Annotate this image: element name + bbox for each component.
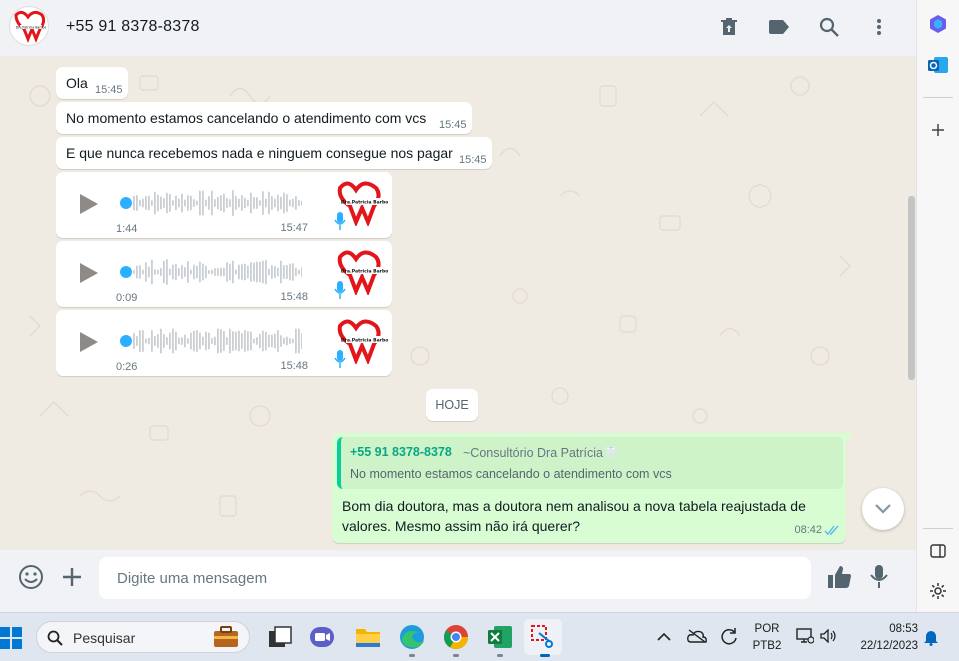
- audio-message[interactable]: 0:26 15:48 Dra.Patricia Barbos: [56, 310, 392, 376]
- message-bubble[interactable]: E que nunca recebemos nada e ninguem con…: [56, 137, 492, 169]
- whatsapp-window: Dra.Patricia Barbos +55 91 8378-8378 Ola…: [0, 0, 916, 612]
- audio-time: 15:48: [280, 360, 308, 372]
- audio-message[interactable]: 1:44 15:47 Dra.Patricia Barbos: [56, 172, 392, 238]
- excel-icon[interactable]: [486, 623, 514, 651]
- sidebar-toggle-icon[interactable]: [926, 539, 950, 563]
- running-indicator: [409, 654, 415, 657]
- snipping-tool-icon[interactable]: [529, 623, 557, 651]
- scrollbar[interactable]: [908, 196, 915, 380]
- clock-date[interactable]: 22/12/2023: [848, 640, 918, 652]
- outlook-icon[interactable]: [926, 53, 950, 77]
- task-view-icon[interactable]: [266, 623, 294, 651]
- keyboard-layout[interactable]: PTB2: [752, 640, 782, 652]
- teams-meet-icon[interactable]: [308, 623, 336, 651]
- active-indicator: [540, 654, 550, 657]
- menu-icon[interactable]: [866, 14, 892, 40]
- quote-subtitle: ~Consultório Dra Patrícia🦷: [463, 446, 619, 460]
- composer: [0, 550, 916, 612]
- edge-icon[interactable]: [398, 623, 426, 651]
- search-label: Pesquisar: [73, 630, 136, 646]
- date-divider: HOJE: [426, 389, 478, 421]
- running-indicator: [497, 654, 503, 657]
- logo-text: Dra.Patricia Barbos: [341, 269, 388, 275]
- message-text: Ola: [66, 75, 88, 91]
- chevron-up-icon[interactable]: [657, 632, 671, 641]
- chat-header: Dra.Patricia Barbos +55 91 8378-8378: [0, 0, 916, 56]
- logo-text: Dra.Patricia Barbos: [341, 338, 388, 344]
- taskbar-search[interactable]: Pesquisar: [36, 621, 250, 653]
- play-icon[interactable]: [76, 261, 100, 285]
- outgoing-message[interactable]: +55 91 8378-8378 ~Consultório Dra Patríc…: [332, 433, 853, 543]
- network-icon[interactable]: [796, 628, 814, 644]
- message-text: Bom dia doutora, mas a doutora nem anali…: [342, 498, 806, 534]
- audio-duration: 0:09: [116, 292, 138, 304]
- svg-text:Dra.Patricia Barbos: Dra.Patricia Barbos: [16, 26, 47, 30]
- running-indicator: [453, 654, 459, 657]
- message-time: 15:45: [95, 84, 123, 96]
- briefcase-icon: [214, 626, 238, 647]
- audio-time: 15:47: [280, 222, 308, 234]
- emoji-icon[interactable]: [18, 564, 44, 590]
- waveform[interactable]: [130, 256, 302, 288]
- message-time: 15:45: [439, 119, 467, 131]
- chrome-icon[interactable]: [442, 623, 470, 651]
- divider: [923, 97, 953, 98]
- microphone-icon[interactable]: [867, 564, 891, 590]
- settings-gear-icon[interactable]: [926, 579, 950, 603]
- side-panel: [916, 0, 959, 612]
- message-bubble[interactable]: No momento estamos cancelando o atendime…: [56, 102, 472, 134]
- audio-duration: 0:26: [116, 361, 138, 373]
- audio-progress-dot[interactable]: [120, 266, 132, 278]
- delete-icon[interactable]: [716, 14, 742, 40]
- mic-icon: [334, 212, 346, 230]
- quoted-message[interactable]: +55 91 8378-8378 ~Consultório Dra Patríc…: [337, 437, 843, 489]
- copilot-icon[interactable]: [926, 12, 950, 36]
- attach-plus-icon[interactable]: [59, 564, 85, 590]
- sync-icon[interactable]: [720, 627, 738, 645]
- onedrive-offline-icon[interactable]: [687, 629, 707, 643]
- audio-progress-dot[interactable]: [120, 197, 132, 209]
- scroll-down-button[interactable]: [862, 488, 904, 530]
- quote-text: No momento estamos cancelando o atendime…: [350, 467, 672, 481]
- mic-icon: [334, 350, 346, 368]
- dental-logo-icon: Dra.Patricia Barbos: [14, 10, 47, 44]
- message-text: No momento estamos cancelando o atendime…: [66, 110, 427, 126]
- file-explorer-icon[interactable]: [354, 623, 382, 651]
- quote-author: +55 91 8378-8378: [350, 445, 452, 459]
- audio-duration: 1:44: [116, 223, 138, 235]
- read-ticks-icon: [824, 525, 839, 536]
- label-icon[interactable]: [766, 14, 792, 40]
- search-icon: [47, 630, 63, 646]
- play-icon[interactable]: [76, 192, 100, 216]
- add-icon[interactable]: [926, 118, 950, 142]
- volume-icon[interactable]: [820, 629, 836, 643]
- logo-text: Dra.Patricia Barbos: [341, 200, 388, 206]
- search-icon[interactable]: [816, 14, 842, 40]
- contact-name[interactable]: +55 91 8378-8378: [66, 18, 200, 36]
- notification-bell-icon[interactable]: [923, 629, 939, 646]
- message-time: 15:45: [459, 154, 487, 166]
- windows-start-icon[interactable]: [0, 627, 22, 649]
- contact-avatar[interactable]: Dra.Patricia Barbos: [9, 6, 49, 46]
- divider: [923, 528, 953, 529]
- audio-message[interactable]: 0:09 15:48 Dra.Patricia Barbos: [56, 241, 392, 307]
- chevron-down-icon: [875, 504, 891, 514]
- mic-icon: [334, 281, 346, 299]
- language-indicator[interactable]: POR: [752, 623, 782, 635]
- audio-progress-dot[interactable]: [120, 335, 132, 347]
- message-text: E que nunca recebemos nada e ninguem con…: [66, 145, 453, 161]
- bubble-tail: [845, 433, 853, 443]
- waveform[interactable]: [130, 187, 302, 219]
- message-bubble[interactable]: Ola 15:45: [56, 67, 128, 99]
- message-input[interactable]: [99, 557, 811, 599]
- windows-taskbar: Pesquisar POR PTB2 08:53 22/12/2023: [0, 612, 959, 661]
- clock-time[interactable]: 08:53: [856, 623, 918, 635]
- play-icon[interactable]: [76, 330, 100, 354]
- message-time: 08:42: [794, 524, 822, 536]
- audio-time: 15:48: [280, 291, 308, 303]
- thumbs-up-icon[interactable]: [826, 564, 852, 590]
- waveform[interactable]: [130, 325, 302, 357]
